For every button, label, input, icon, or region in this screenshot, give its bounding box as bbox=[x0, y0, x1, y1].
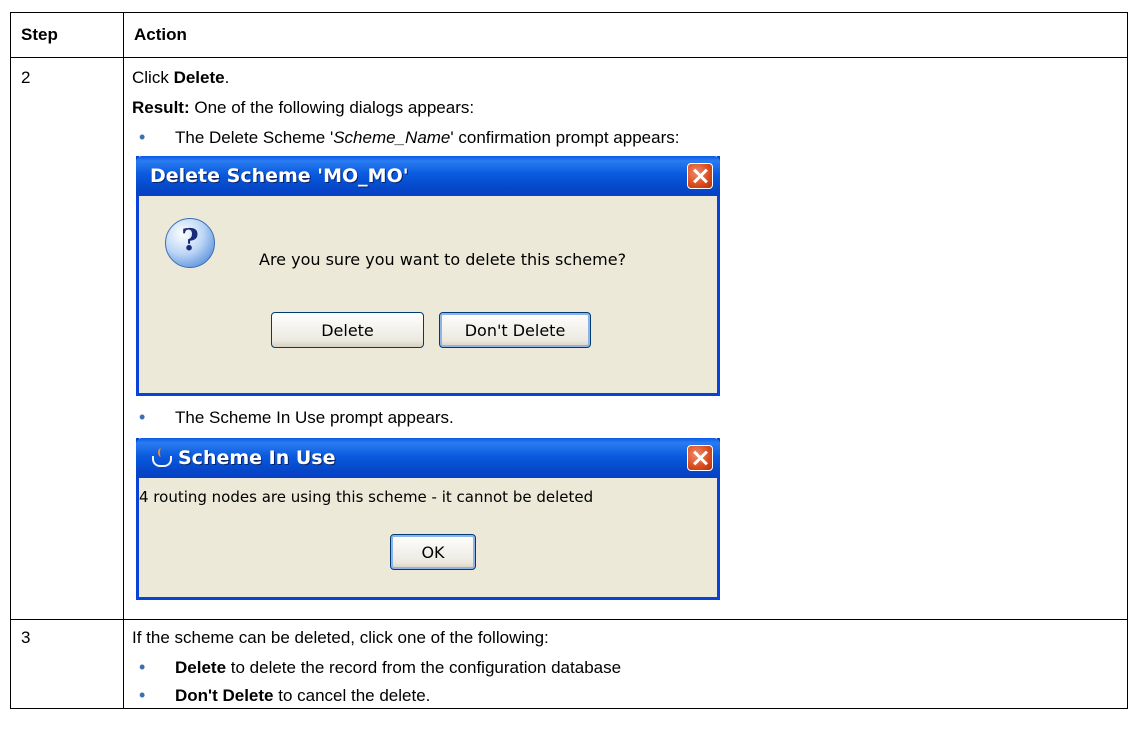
dialog-title-bar: Delete Scheme 'MO_MO' bbox=[136, 156, 720, 196]
result-line: Result: One of the following dialogs app… bbox=[132, 98, 1127, 118]
ok-button[interactable]: OK bbox=[390, 534, 476, 570]
instruction-line: If the scheme can be deleted, click one … bbox=[132, 628, 549, 647]
dialog-message: Are you sure you want to delete this sch… bbox=[259, 250, 627, 269]
header-row: Step Action bbox=[10, 12, 1128, 58]
text: to cancel the delete. bbox=[273, 686, 431, 705]
text: . bbox=[224, 68, 230, 87]
bold-text: Don't Delete bbox=[175, 686, 274, 705]
text: to delete the record from the configurat… bbox=[226, 658, 622, 677]
dialog-message: 4 routing nodes are using this scheme - … bbox=[139, 488, 594, 506]
close-icon[interactable] bbox=[687, 445, 713, 471]
italic-text: Scheme_Name bbox=[333, 128, 451, 147]
bullet-item: The Delete Scheme 'Scheme_Name' confirma… bbox=[132, 127, 1127, 148]
dialog-title: Scheme In Use bbox=[178, 447, 336, 469]
bullet-item: Don't Delete to cancel the delete. bbox=[132, 685, 1127, 706]
delete-scheme-dialog: Delete Scheme 'MO_MO' ? Are you sure you… bbox=[136, 156, 720, 396]
text: The Delete Scheme ' bbox=[175, 128, 334, 147]
text: ' confirmation prompt appears: bbox=[450, 128, 680, 147]
close-icon[interactable] bbox=[687, 163, 713, 189]
step-number: 2 bbox=[10, 57, 124, 620]
step-number: 3 bbox=[10, 619, 124, 709]
bold-text: Delete bbox=[173, 68, 225, 87]
bullet-item: The Scheme In Use prompt appears. bbox=[132, 407, 1127, 428]
table-row: 3 If the scheme can be deleted, click on… bbox=[10, 619, 1128, 709]
dialog-title-bar: Scheme In Use bbox=[136, 438, 720, 478]
java-icon bbox=[150, 447, 172, 469]
bold-text: Delete bbox=[175, 658, 227, 677]
result-label: Result: bbox=[132, 98, 190, 117]
question-icon: ? bbox=[165, 218, 215, 268]
text: Click bbox=[132, 68, 174, 87]
instruction-line: Click Delete. bbox=[132, 68, 1127, 88]
delete-button[interactable]: Delete bbox=[271, 312, 424, 348]
dont-delete-button[interactable]: Don't Delete bbox=[439, 312, 591, 348]
action-cell: Click Delete. Result: One of the followi… bbox=[123, 57, 1128, 620]
header-step: Step bbox=[10, 12, 124, 58]
header-action: Action bbox=[123, 12, 1128, 58]
text: The Scheme In Use prompt appears. bbox=[175, 408, 454, 427]
table-row: 2 Click Delete. Result: One of the follo… bbox=[10, 57, 1128, 620]
step-table: Step Action 2 Click Delete. Result: One … bbox=[10, 12, 1128, 709]
scheme-in-use-dialog: Scheme In Use 4 routing nodes are using … bbox=[136, 438, 720, 600]
action-cell: If the scheme can be deleted, click one … bbox=[123, 619, 1128, 709]
bullet-item: Delete to delete the record from the con… bbox=[132, 657, 1127, 678]
dialog-title: Delete Scheme 'MO_MO' bbox=[150, 165, 409, 187]
text: One of the following dialogs appears: bbox=[189, 98, 475, 117]
